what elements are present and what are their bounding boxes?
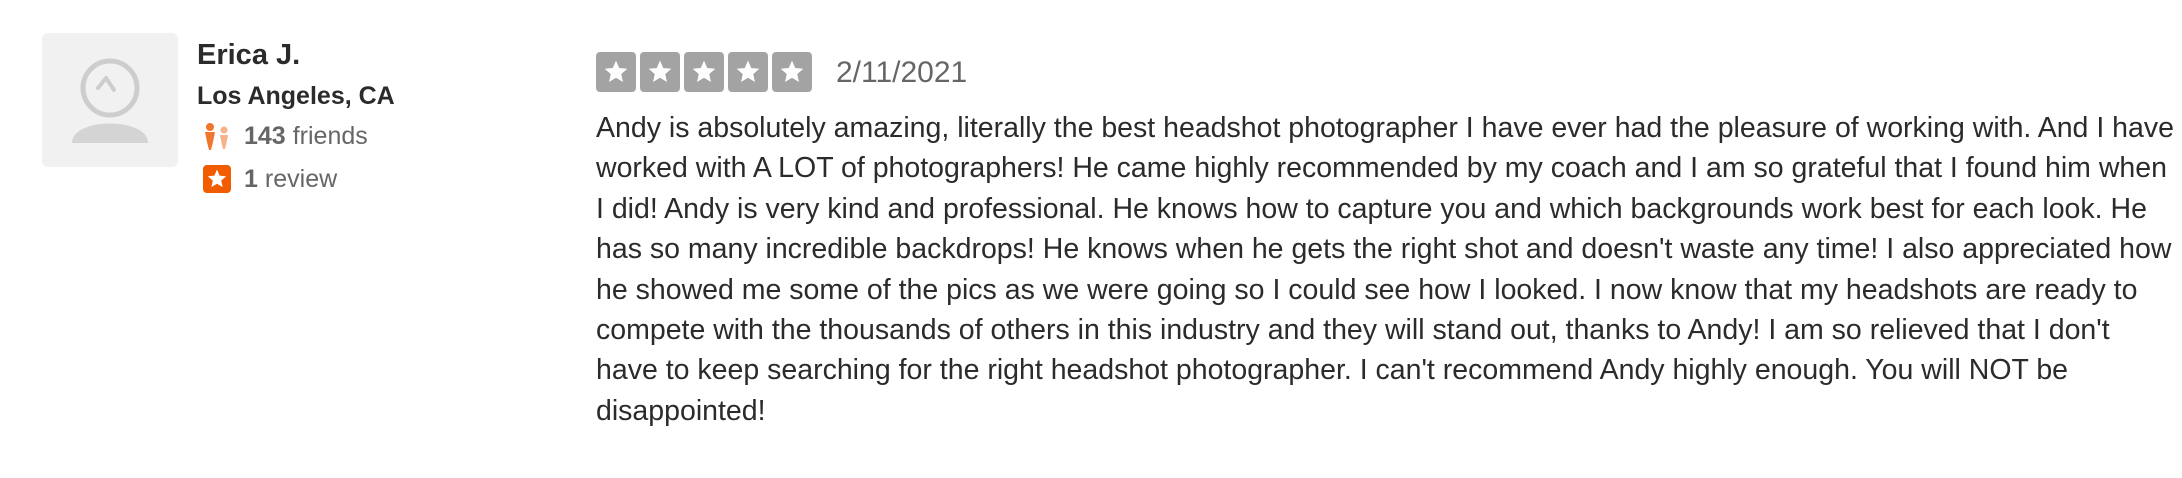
reviews-stat: 1 review: [200, 162, 337, 196]
star-icon: [684, 52, 724, 92]
star-icon: [728, 52, 768, 92]
star-icon: [772, 52, 812, 92]
review-date: 2/11/2021: [836, 56, 968, 89]
friends-stat: 143 friends: [200, 119, 368, 153]
reviews-count: 1: [244, 164, 258, 193]
star-rating: [596, 52, 812, 92]
user-name[interactable]: Erica J.: [197, 37, 300, 73]
review-card: Erica J. Los Angeles, CA 143 friends 1 r…: [0, 0, 2182, 478]
review-text: Andy is absolutely amazing, literally th…: [596, 112, 2174, 427]
friends-icon: [200, 119, 234, 153]
user-avatar[interactable]: [42, 33, 178, 167]
friends-label: friends: [292, 121, 368, 150]
default-user-avatar-icon: [72, 58, 148, 143]
reviews-label: review: [264, 164, 338, 193]
star-icon: [596, 52, 636, 92]
friends-count: 143: [244, 121, 286, 150]
review-star-badge-icon: [200, 162, 234, 196]
star-icon: [640, 52, 680, 92]
user-location: Los Angeles, CA: [197, 82, 395, 110]
